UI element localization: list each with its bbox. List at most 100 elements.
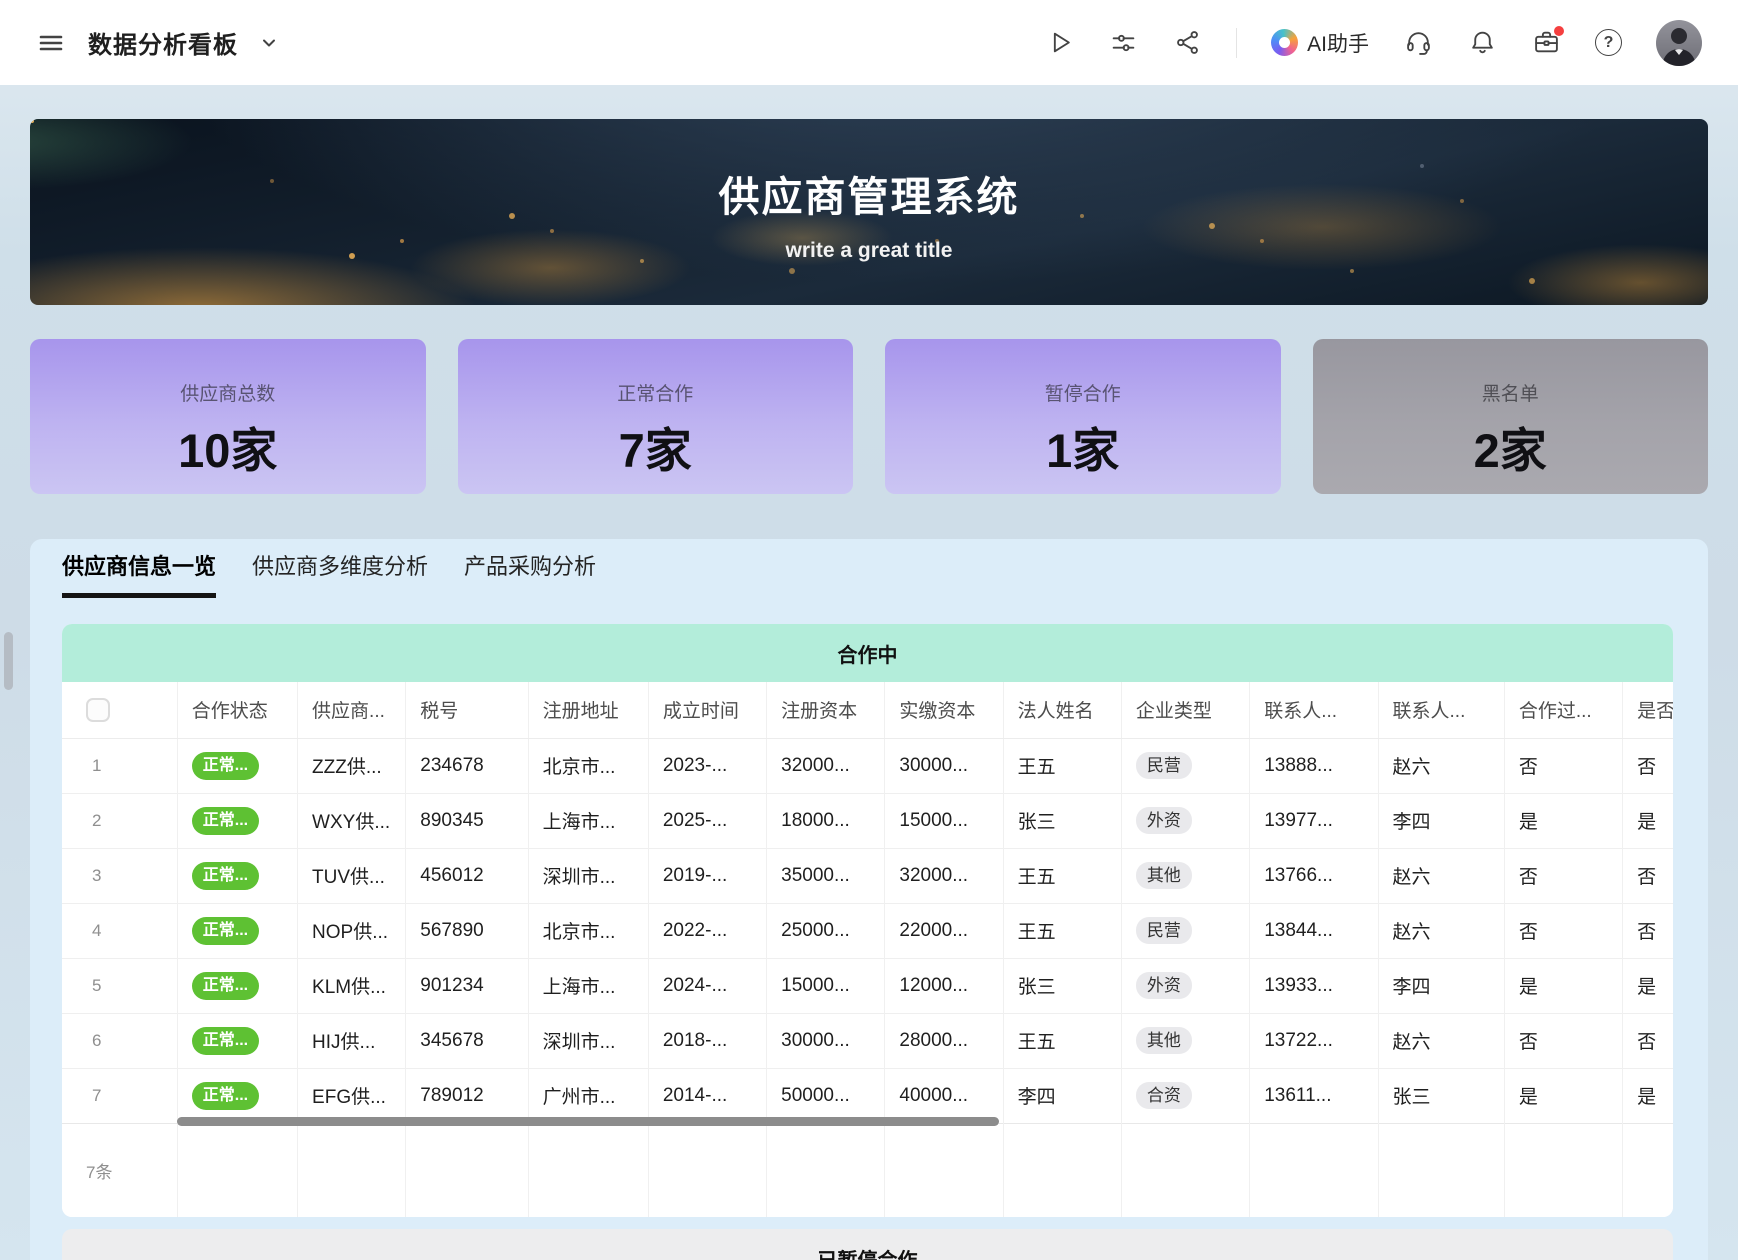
user-avatar[interactable] [1656, 20, 1702, 66]
horizontal-scrollbar[interactable] [177, 1117, 999, 1126]
column-header[interactable]: 企业类型 [1121, 682, 1249, 738]
table-cell: 是 [1623, 793, 1673, 848]
table-row[interactable]: 5正常...KLM供...901234上海市...2024-...15000..… [62, 958, 1673, 1013]
paused-table-card: 已暂停合作 [62, 1229, 1673, 1260]
headset-support-icon[interactable] [1403, 28, 1433, 58]
topbar: 数据分析看板 AI助手 ? [0, 0, 1738, 85]
column-header[interactable]: 合作过... [1504, 682, 1622, 738]
table-cell: 深圳市... [528, 1013, 648, 1068]
table-row[interactable]: 3正常...TUV供...456012深圳市...2019-...35000..… [62, 848, 1673, 903]
table-cell: 2025-... [648, 793, 766, 848]
ai-assistant-logo-icon [1271, 29, 1298, 56]
menu-icon[interactable] [36, 28, 66, 58]
stat-label: 黑名单 [1313, 379, 1709, 406]
table-cell: 赵六 [1378, 1013, 1504, 1068]
column-header[interactable]: 是否参... [1623, 682, 1673, 738]
stat-cards-row: 供应商总数 10家 正常合作 7家 暂停合作 1家 黑名单 2家 [30, 339, 1708, 494]
tab-product-procurement-analysis[interactable]: 产品采购分析 [464, 549, 596, 598]
table-cell [1378, 1123, 1504, 1217]
table-cell: 民营 [1121, 903, 1249, 958]
status-badge: 正常... [192, 807, 259, 835]
settings-sliders-icon[interactable] [1108, 28, 1138, 58]
notifications-bell-icon[interactable] [1467, 28, 1497, 58]
stat-card-total-suppliers[interactable]: 供应商总数 10家 [30, 339, 426, 494]
status-badge: 正常... [192, 752, 259, 780]
table-row[interactable]: 1正常...ZZZ供...234678北京市...2023-...32000..… [62, 738, 1673, 793]
table-footer-row: 7条 [62, 1123, 1673, 1217]
workspace-briefcase-icon[interactable] [1531, 28, 1561, 58]
column-header[interactable]: 实缴资本 [885, 682, 1003, 738]
table-cell: 王五 [1003, 738, 1121, 793]
table-cell: 30000... [767, 1013, 885, 1068]
column-header[interactable]: 联系人... [1250, 682, 1378, 738]
stat-card-paused-cooperation[interactable]: 暂停合作 1家 [885, 339, 1281, 494]
table-cell: NOP供... [298, 903, 406, 958]
table-cell: ZZZ供... [298, 738, 406, 793]
vertical-scrollbar[interactable] [4, 632, 13, 690]
chevron-down-icon[interactable] [254, 28, 284, 58]
table-cell [1623, 1123, 1673, 1217]
table-cell: 13844... [1250, 903, 1378, 958]
table-cell [885, 1123, 1003, 1217]
table-cell: 890345 [406, 793, 528, 848]
table-cell [767, 1123, 885, 1217]
status-badge: 正常... [192, 1082, 259, 1110]
table-cell: 32000... [885, 848, 1003, 903]
table-cell: 是 [1504, 793, 1622, 848]
table-cell: 456012 [406, 848, 528, 903]
share-icon[interactable] [1172, 28, 1202, 58]
table-row[interactable]: 7正常...EFG供...789012广州市...2014-...50000..… [62, 1068, 1673, 1123]
table-cell: 否 [1623, 903, 1673, 958]
help-icon[interactable]: ? [1595, 29, 1622, 56]
table-cell: 2023-... [648, 738, 766, 793]
table-body: 1正常...ZZZ供...234678北京市...2023-...32000..… [62, 738, 1673, 1123]
table-cell: 赵六 [1378, 848, 1504, 903]
ai-assistant-button[interactable]: AI助手 [1271, 28, 1369, 58]
table-cell: 15000... [767, 958, 885, 1013]
play-button[interactable] [1044, 28, 1074, 58]
stat-card-blacklist[interactable]: 黑名单 2家 [1313, 339, 1709, 494]
table-cell: 否 [1504, 738, 1622, 793]
column-header[interactable]: 注册地址 [528, 682, 648, 738]
table-cell: 正常... [177, 903, 297, 958]
table-cell: 赵六 [1378, 738, 1504, 793]
stat-value: 2家 [1313, 412, 1709, 481]
table-cell: 否 [1504, 848, 1622, 903]
tab-bar: 供应商信息一览 供应商多维度分析 产品采购分析 [62, 549, 1676, 598]
company-type-badge: 合资 [1136, 1082, 1192, 1109]
table-row[interactable]: 2正常...WXY供...890345上海市...2025-...18000..… [62, 793, 1673, 848]
column-header[interactable]: 税号 [406, 682, 528, 738]
column-header[interactable]: 成立时间 [648, 682, 766, 738]
table-cell: 王五 [1003, 1013, 1121, 1068]
table-cell: 北京市... [528, 738, 648, 793]
table-cell: 否 [1623, 738, 1673, 793]
ai-assistant-label: AI助手 [1307, 28, 1369, 58]
table-row[interactable]: 6正常...HIJ供...345678深圳市...2018-...30000..… [62, 1013, 1673, 1068]
tab-supplier-info-overview[interactable]: 供应商信息一览 [62, 549, 216, 598]
status-badge: 正常... [192, 1027, 259, 1055]
table-cell [648, 1123, 766, 1217]
table-cell: 正常... [177, 848, 297, 903]
row-count: 7条 [62, 1123, 177, 1217]
table-cell: 张三 [1378, 1068, 1504, 1123]
topbar-divider [1236, 28, 1237, 58]
notification-dot [1554, 26, 1564, 36]
column-header[interactable]: 法人姓名 [1003, 682, 1121, 738]
column-header[interactable]: 联系人... [1378, 682, 1504, 738]
table-cell [1504, 1123, 1622, 1217]
table-cell: 234678 [406, 738, 528, 793]
stat-card-normal-cooperation[interactable]: 正常合作 7家 [458, 339, 854, 494]
tab-supplier-multidimensional-analysis[interactable]: 供应商多维度分析 [252, 549, 428, 598]
table-cell: 否 [1504, 1013, 1622, 1068]
table-row[interactable]: 4正常...NOP供...567890北京市...2022-...25000..… [62, 903, 1673, 958]
column-header[interactable]: 供应商... [298, 682, 406, 738]
column-header[interactable]: 合作状态 [177, 682, 297, 738]
row-number: 1 [62, 738, 177, 793]
table-cell: 13722... [1250, 1013, 1378, 1068]
column-header[interactable]: 注册资本 [767, 682, 885, 738]
table-cell: 50000... [767, 1068, 885, 1123]
select-all-checkbox[interactable] [86, 698, 110, 722]
table-cell: 28000... [885, 1013, 1003, 1068]
table-cell: 2022-... [648, 903, 766, 958]
table-cell: 上海市... [528, 793, 648, 848]
